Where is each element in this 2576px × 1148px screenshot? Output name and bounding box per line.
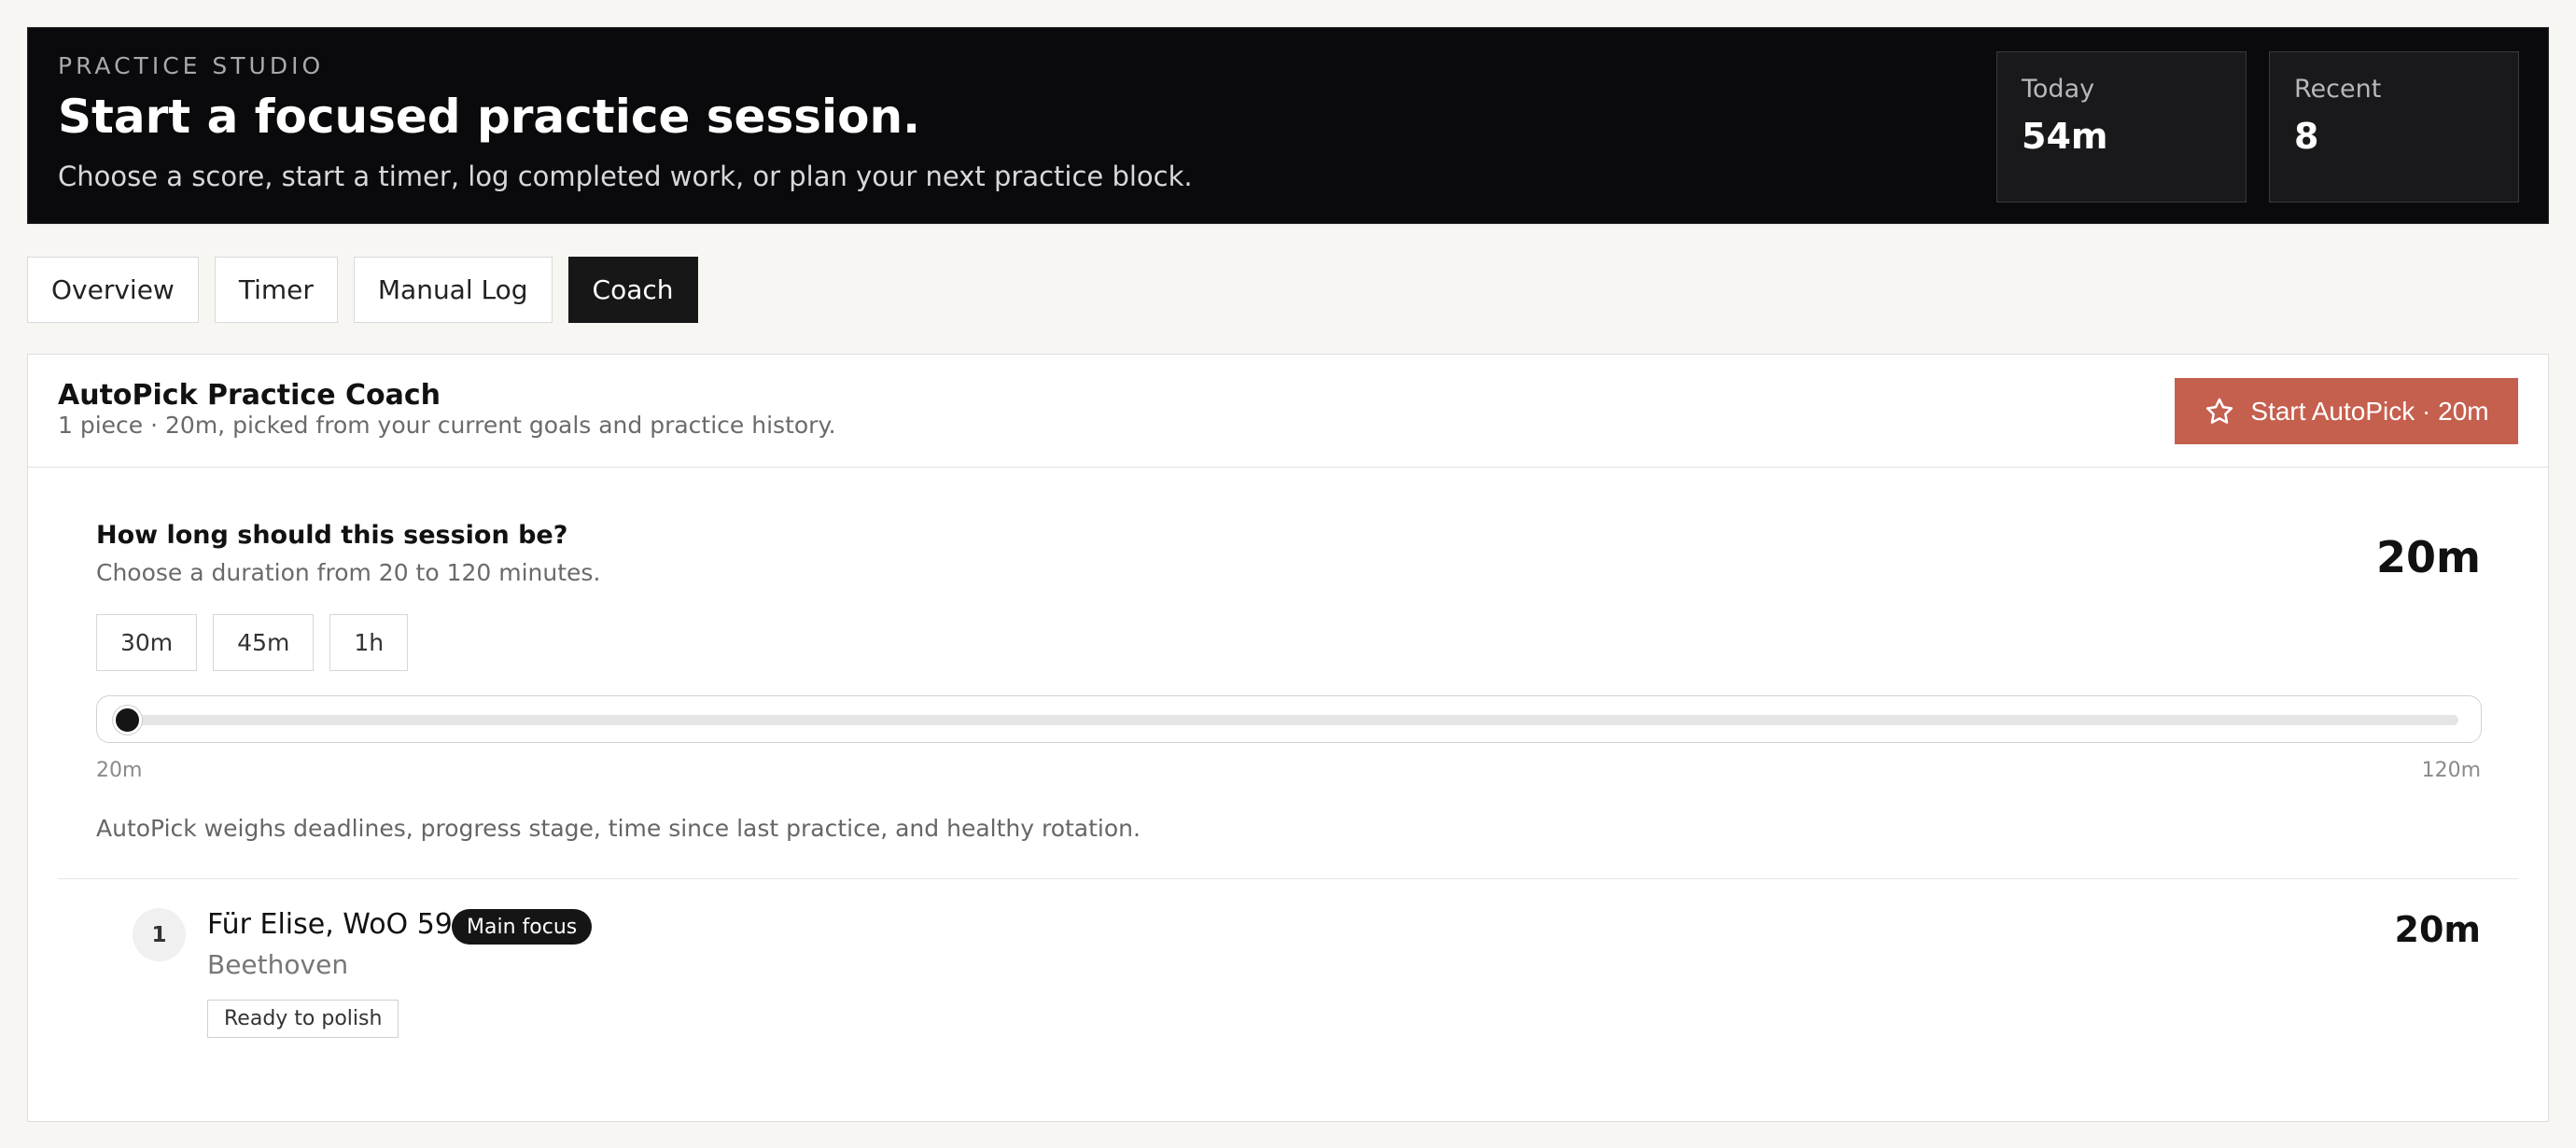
piece-duration: 20m <box>2394 909 2481 950</box>
slider-thumb[interactable] <box>112 706 142 735</box>
stat-today: Today 54m <box>1996 51 2247 203</box>
duration-value: 20m <box>2376 532 2481 582</box>
stat-value: 8 <box>2294 116 2319 157</box>
stat-value: 54m <box>2022 116 2108 157</box>
tab-timer[interactable]: Timer <box>214 257 338 323</box>
piece-title: Für Elise, WoO 59 <box>207 908 453 941</box>
slider-track[interactable] <box>119 715 2458 725</box>
duration-slider[interactable] <box>96 695 2482 743</box>
app-eyebrow: PRACTICE STUDIO <box>58 52 325 79</box>
tab-coach[interactable]: Coach <box>567 257 698 323</box>
coach-panel: AutoPick Practice Coach 1 piece · 20m, p… <box>27 354 2549 1122</box>
duration-hint: Choose a duration from 20 to 120 minutes… <box>96 559 601 586</box>
start-autopick-label: Start AutoPick · 20m <box>2250 396 2489 426</box>
duration-question: How long should this session be? <box>96 521 568 550</box>
coach-panel-header: AutoPick Practice Coach 1 piece · 20m, p… <box>28 355 2548 468</box>
page-header: PRACTICE STUDIO Start a focused practice… <box>27 27 2549 224</box>
preset-30m-button[interactable]: 30m <box>96 614 198 671</box>
tab-manual-log[interactable]: Manual Log <box>353 257 553 323</box>
tab-bar: Overview Timer Manual Log Coach <box>27 257 698 323</box>
tab-overview[interactable]: Overview <box>27 257 199 323</box>
page-title: Start a focused practice session. <box>58 90 921 144</box>
stat-label: Today <box>2022 75 2095 104</box>
duration-presets: 30m 45m 1h <box>96 614 409 671</box>
progress-stage-tag: Ready to polish <box>207 1000 399 1038</box>
preset-1h-button[interactable]: 1h <box>329 614 409 671</box>
piece-composer: Beethoven <box>207 949 349 980</box>
coach-title: AutoPick Practice Coach <box>58 379 441 412</box>
main-focus-badge: Main focus <box>452 909 593 945</box>
divider <box>58 878 2518 879</box>
slider-min-label: 20m <box>96 759 143 782</box>
autopick-note: AutoPick weighs deadlines, progress stag… <box>96 815 1141 842</box>
preset-45m-button[interactable]: 45m <box>213 614 315 671</box>
stat-label: Recent <box>2294 75 2382 104</box>
plan-rank: 1 <box>133 908 186 961</box>
star-icon <box>2206 398 2233 424</box>
start-autopick-button[interactable]: Start AutoPick · 20m <box>2175 378 2518 444</box>
page-subtitle: Choose a score, start a timer, log compl… <box>58 161 1193 192</box>
coach-summary: 1 piece · 20m, picked from your current … <box>58 412 836 439</box>
slider-max-label: 120m <box>2421 759 2481 782</box>
stat-recent: Recent 8 <box>2269 51 2519 203</box>
